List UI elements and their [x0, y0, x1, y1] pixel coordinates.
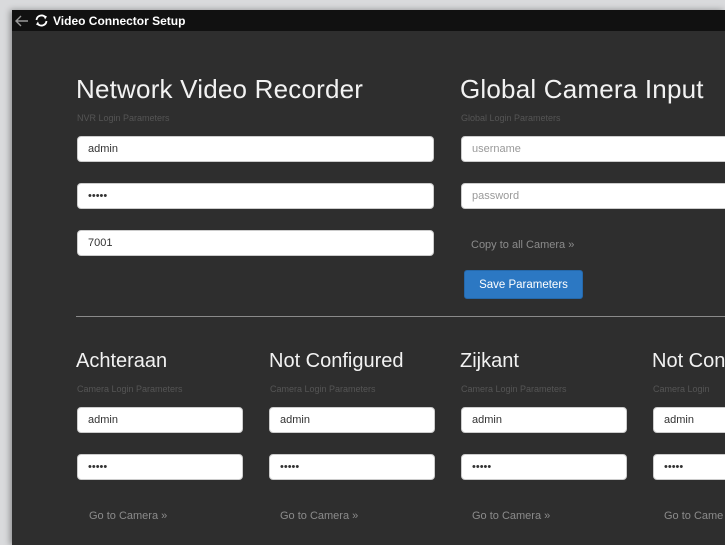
- camera-subheading: Camera Login: [653, 384, 710, 394]
- camera-username-input[interactable]: [653, 407, 725, 433]
- refresh-icon[interactable]: [33, 10, 50, 31]
- back-arrow-icon[interactable]: [12, 10, 32, 31]
- camera-username-input[interactable]: [461, 407, 627, 433]
- global-subheading: Global Login Parameters: [461, 113, 561, 123]
- camera-password-input[interactable]: [269, 454, 435, 480]
- camera-username-input[interactable]: [269, 407, 435, 433]
- camera-name: Zijkant: [460, 350, 519, 372]
- save-parameters-button[interactable]: Save Parameters: [464, 270, 583, 299]
- global-heading: Global Camera Input: [460, 74, 704, 104]
- go-to-camera-link[interactable]: Go to Camera »: [89, 510, 167, 522]
- camera-password-input[interactable]: [461, 454, 627, 480]
- nvr-username-input[interactable]: [77, 136, 434, 162]
- window-title: Video Connector Setup: [53, 13, 186, 28]
- camera-password-input[interactable]: [653, 454, 725, 480]
- camera-password-input[interactable]: [77, 454, 243, 480]
- nvr-port-input[interactable]: [77, 230, 434, 256]
- camera-name: Not Con: [652, 350, 725, 372]
- app-window: Video Connector Setup Network Video Reco…: [12, 10, 725, 545]
- global-username-input[interactable]: [461, 136, 725, 162]
- title-bar: Video Connector Setup: [12, 10, 725, 31]
- camera-name: Achteraan: [76, 350, 168, 372]
- camera-subheading: Camera Login Parameters: [77, 384, 183, 394]
- global-password-input[interactable]: [461, 183, 725, 209]
- section-divider: [76, 316, 725, 317]
- nvr-subheading: NVR Login Parameters: [77, 113, 170, 123]
- go-to-camera-link[interactable]: Go to Camera »: [472, 510, 550, 522]
- go-to-camera-link[interactable]: Go to Camera »: [280, 510, 358, 522]
- copy-to-all-camera-link[interactable]: Copy to all Camera »: [471, 239, 574, 251]
- go-to-camera-link[interactable]: Go to Came: [664, 510, 723, 522]
- camera-subheading: Camera Login Parameters: [270, 384, 376, 394]
- camera-username-input[interactable]: [77, 407, 243, 433]
- nvr-password-input[interactable]: [77, 183, 434, 209]
- camera-name: Not Configured: [269, 350, 404, 372]
- camera-subheading: Camera Login Parameters: [461, 384, 567, 394]
- nvr-heading: Network Video Recorder: [76, 74, 364, 104]
